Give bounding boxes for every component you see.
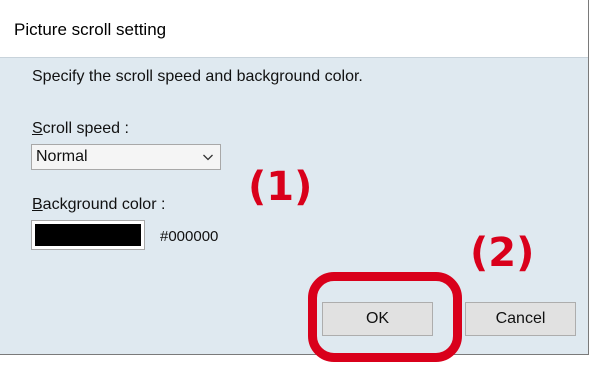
dialog-titlebar: Picture scroll setting bbox=[0, 0, 588, 58]
background-color-button[interactable] bbox=[31, 220, 145, 250]
background-color-label: Background color : bbox=[32, 196, 165, 214]
cancel-button[interactable]: Cancel bbox=[465, 302, 576, 336]
dialog-title: Picture scroll setting bbox=[14, 20, 167, 39]
scroll-speed-select[interactable]: Normal bbox=[31, 144, 221, 170]
annotation-marker-1: (1) bbox=[248, 164, 313, 210]
scroll-speed-value: Normal bbox=[36, 148, 88, 165]
annotation-marker-2: (2) bbox=[470, 230, 535, 276]
scroll-speed-label-text: croll speed : bbox=[42, 120, 129, 137]
instruction-text: Specify the scroll speed and background … bbox=[32, 68, 363, 85]
scroll-speed-label: Scroll speed : bbox=[32, 120, 129, 138]
ok-button-highlight bbox=[308, 272, 462, 362]
scroll-speed-mnemonic: S bbox=[32, 120, 43, 137]
background-color-label-text: ackground color : bbox=[42, 196, 166, 213]
chevron-down-icon bbox=[203, 154, 213, 161]
background-color-mnemonic: B bbox=[32, 196, 43, 213]
background-color-swatch bbox=[35, 224, 141, 246]
background-color-hex: #000000 bbox=[160, 228, 219, 245]
